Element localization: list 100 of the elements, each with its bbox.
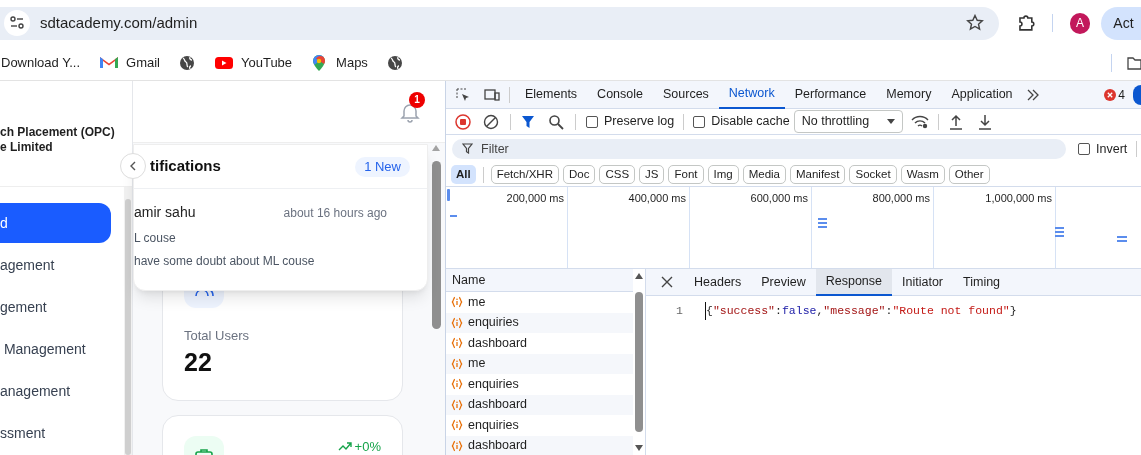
request-row[interactable]: enquiries <box>446 312 633 333</box>
sidebar-item[interactable]: Management <box>0 329 118 369</box>
devtools-tab[interactable]: Performance <box>784 80 877 109</box>
site-settings-icon[interactable] <box>4 10 30 36</box>
type-filter[interactable]: JS <box>639 165 665 184</box>
sidebar-item[interactable]: ssment <box>0 413 118 453</box>
action-button[interactable]: Act <box>1101 6 1141 40</box>
stat-label: Total Users <box>184 327 251 345</box>
detail-tab[interactable]: Initiator <box>892 268 953 296</box>
tick-label: 800,000 ms <box>872 191 930 206</box>
org-name: ch Placement (OPC) <box>0 124 116 140</box>
type-filter[interactable]: Media <box>742 165 786 184</box>
upload-icon[interactable] <box>948 113 963 130</box>
network-conditions-icon[interactable] <box>910 114 929 129</box>
sidebar-item[interactable]: gement <box>0 287 118 327</box>
filter-icon[interactable] <box>521 114 535 129</box>
line-number: 1 <box>675 303 683 320</box>
json-file-icon <box>451 378 463 391</box>
json-file-icon <box>451 357 463 370</box>
json-file-icon <box>451 337 463 350</box>
type-filter[interactable]: Font <box>668 165 704 184</box>
json-file-icon <box>451 439 463 452</box>
sender-name: amir sahu <box>134 203 196 222</box>
throttling-dropdown[interactable]: No throttling <box>793 110 903 133</box>
dropdown-caret-icon <box>886 119 895 124</box>
type-filter[interactable]: Img <box>707 165 739 184</box>
detail-tab[interactable]: Preview <box>751 268 816 296</box>
status-indicator[interactable] <box>1133 84 1141 105</box>
filter-icon <box>462 143 473 154</box>
request-row[interactable]: dashboard <box>446 435 633 455</box>
checkbox[interactable]: Preserve log <box>586 112 675 131</box>
tick-label: 200,000 ms <box>506 191 564 206</box>
type-filter[interactable]: All <box>451 165 476 184</box>
notification-subject: L couse <box>134 230 177 247</box>
folder-icon[interactable] <box>1127 56 1141 70</box>
tick-label: 600,000 ms <box>750 191 808 206</box>
notification-item[interactable]: amir sahu about 16 hours ago L couse have some doubt about ML couse <box>134 189 427 290</box>
detail-tab[interactable]: Headers <box>684 268 752 296</box>
org-name: e Limited <box>0 139 54 155</box>
bookmark[interactable]: Gmail <box>99 53 160 73</box>
change-text: +0% <box>354 437 381 455</box>
sidebar-item[interactable]: anagement <box>0 371 118 411</box>
extensions-icon[interactable] <box>1016 14 1035 32</box>
devtools-tab[interactable]: Application <box>941 80 1023 109</box>
json-file-icon <box>451 296 463 309</box>
panel-title: tifications <box>150 156 221 177</box>
bookmark[interactable]: Maps <box>309 53 368 73</box>
filter-field[interactable]: Filter <box>452 139 1066 159</box>
detail-tab[interactable]: Timing <box>953 268 1011 296</box>
devtools-tab[interactable]: Sources <box>653 80 719 109</box>
type-filter[interactable]: Doc <box>562 165 596 184</box>
type-filter[interactable]: Other <box>948 165 990 184</box>
checkbox[interactable]: Invert <box>1078 139 1128 159</box>
trend-up-icon <box>337 441 352 452</box>
sidebar-item[interactable]: d <box>0 203 111 243</box>
type-filter[interactable]: CSS <box>599 165 636 184</box>
globe-icon[interactable] <box>177 53 197 73</box>
scroll-up-icon[interactable] <box>635 273 643 279</box>
request-row[interactable]: me <box>446 353 633 374</box>
scroll-down-icon[interactable] <box>635 445 643 451</box>
checkbox[interactable]: Disable cache <box>693 112 790 131</box>
sidebar-item[interactable]: agement <box>0 245 118 285</box>
bookmark[interactable]: Download Y... <box>1 53 81 73</box>
error-icon <box>1104 88 1117 101</box>
type-filter[interactable]: Fetch/XHR <box>490 165 559 184</box>
json-file-icon <box>451 398 463 411</box>
tick-label: 1,000,000 ms <box>985 191 1052 206</box>
column-header[interactable]: Name <box>446 269 633 292</box>
inspect-icon[interactable] <box>455 86 471 103</box>
type-filter[interactable]: Wasm <box>900 165 945 184</box>
scrollbar[interactable] <box>124 187 132 455</box>
download-icon[interactable] <box>977 113 992 130</box>
devtools-tab[interactable]: Elements <box>515 80 588 109</box>
bookmark[interactable]: YouTube <box>214 53 293 73</box>
new-count-badge: 1 New <box>355 156 410 177</box>
tick-label: 400,000 ms <box>628 191 686 206</box>
close-icon[interactable] <box>661 276 673 288</box>
search-icon[interactable] <box>548 113 564 130</box>
type-filter[interactable]: Socket <box>849 165 897 184</box>
json-file-icon <box>451 316 463 329</box>
stat-value: 22 <box>184 346 213 378</box>
url-text: sdtacademy.com/admin <box>40 12 198 33</box>
json-file-icon <box>451 419 463 432</box>
device-toolbar-icon[interactable] <box>484 86 500 103</box>
stop-recording-icon[interactable] <box>455 113 471 130</box>
request-row[interactable]: dashboard <box>446 394 633 415</box>
notification-badge: 1 <box>409 91 425 108</box>
error-counter[interactable]: 4 <box>1104 85 1125 104</box>
overflow-icon[interactable] <box>1025 88 1040 101</box>
type-filter[interactable]: Manifest <box>790 165 846 184</box>
notification-message: have some doubt about ML couse <box>134 253 316 270</box>
detail-tab[interactable]: Response <box>815 268 892 296</box>
devtools-tab[interactable]: Console <box>587 80 653 109</box>
star-icon[interactable] <box>965 14 984 32</box>
profile-avatar[interactable]: A <box>1069 12 1091 34</box>
devtools-tab[interactable]: Network <box>718 80 785 109</box>
timestamp: about 16 hours ago <box>283 204 387 222</box>
devtools-tab[interactable]: Memory <box>876 80 942 109</box>
address-bar[interactable]: sdtacademy.com/admin <box>0 6 999 40</box>
clear-icon[interactable] <box>483 113 499 130</box>
